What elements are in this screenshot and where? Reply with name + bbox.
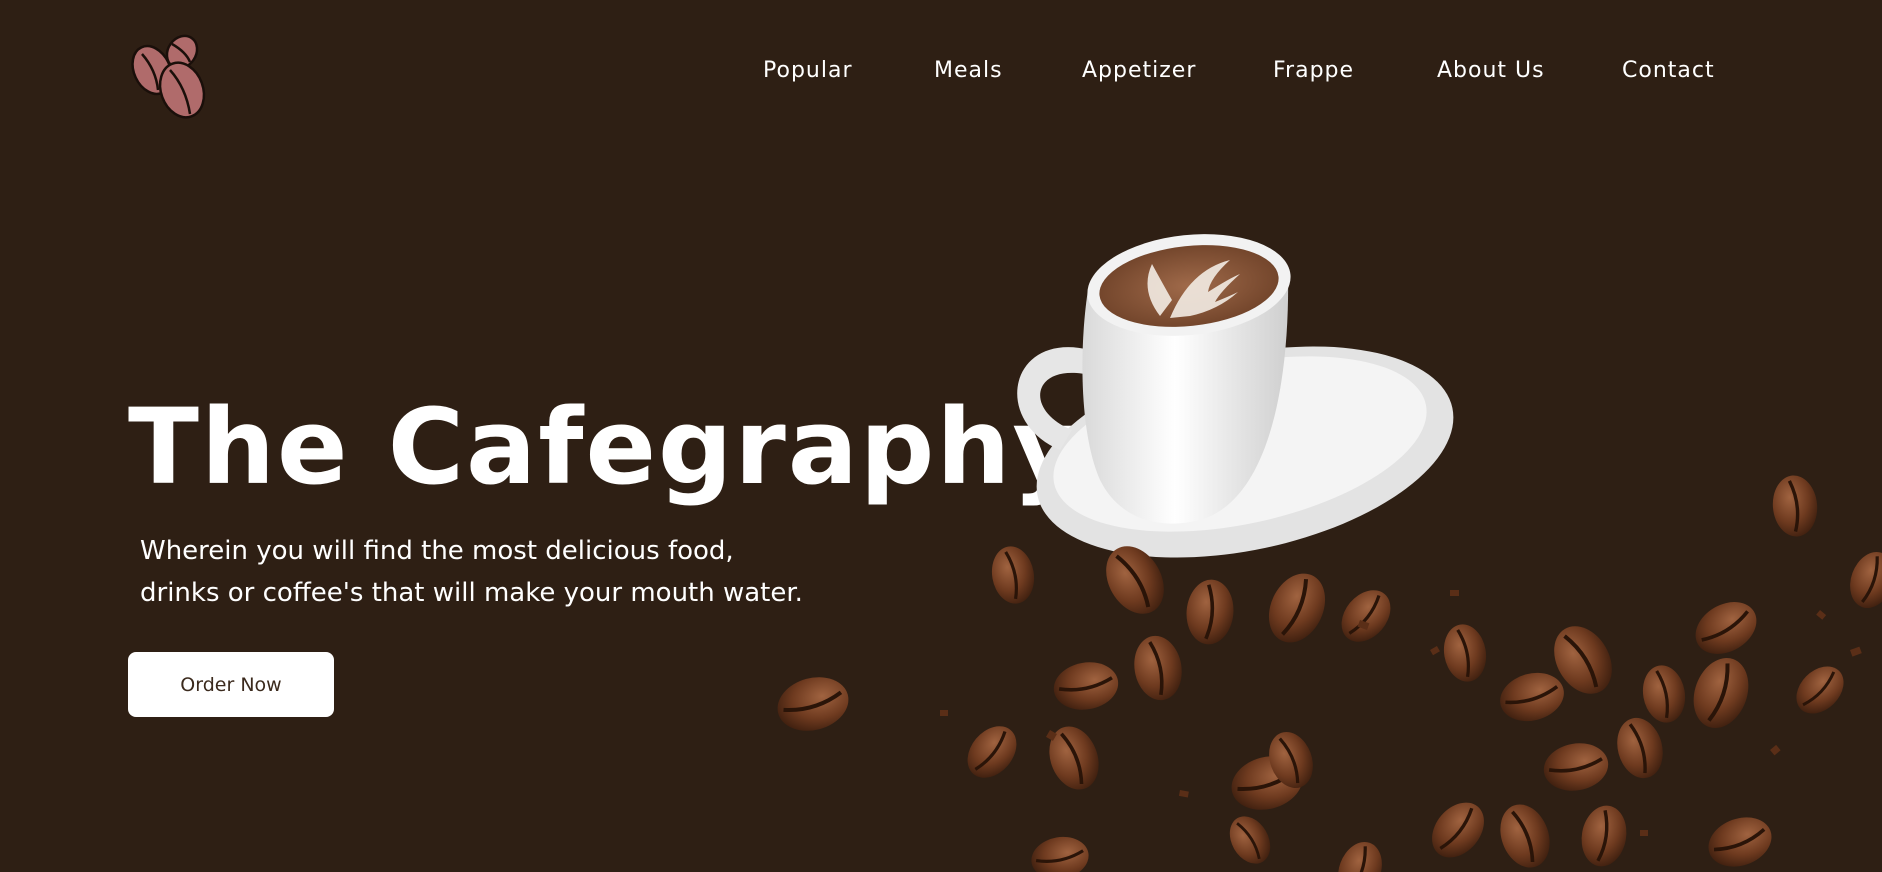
nav-appetizer[interactable]: Appetizer xyxy=(1082,58,1196,83)
main-nav: Popular Meals Appetizer Frappe About Us … xyxy=(0,58,1882,94)
nav-meals[interactable]: Meals xyxy=(934,58,1003,83)
nav-frappe[interactable]: Frappe xyxy=(1273,58,1354,83)
coffee-cup-with-beans-image xyxy=(760,230,1882,872)
nav-about-us[interactable]: About Us xyxy=(1437,58,1545,83)
nav-contact[interactable]: Contact xyxy=(1622,58,1715,83)
order-now-button[interactable]: Order Now xyxy=(128,652,334,717)
nav-popular[interactable]: Popular xyxy=(763,58,853,83)
